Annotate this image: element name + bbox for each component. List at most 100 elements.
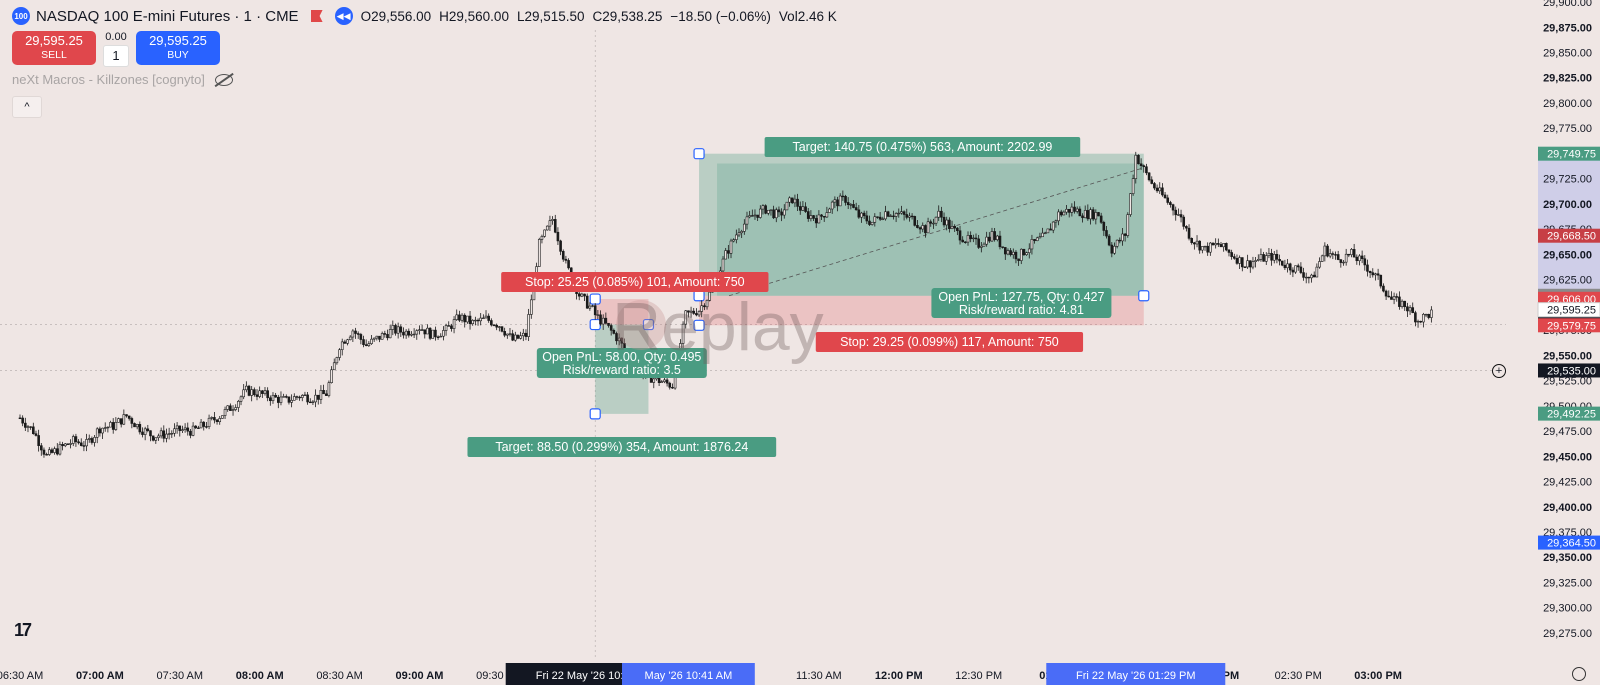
candle-body bbox=[1110, 244, 1114, 254]
candle-body bbox=[1280, 260, 1284, 266]
candle-body bbox=[1115, 239, 1119, 247]
drag-handle[interactable] bbox=[589, 318, 601, 331]
candle-body bbox=[1185, 226, 1188, 229]
candle-body bbox=[1291, 269, 1295, 273]
symbol-title[interactable]: NASDAQ 100 E-mini Futures · 1 · CME bbox=[36, 8, 299, 25]
candle-body bbox=[1049, 228, 1052, 231]
candle-body bbox=[1051, 221, 1055, 231]
candle-body bbox=[1256, 259, 1260, 261]
settings-icon[interactable] bbox=[1572, 667, 1586, 681]
candle-body bbox=[1270, 252, 1273, 261]
price-axis: 29,900.00 29,875.00 29,850.00 29,825.00 29,8… bbox=[1506, 0, 1600, 685]
tradingview-logo[interactable]: 17 bbox=[14, 620, 32, 641]
candle-body bbox=[1288, 263, 1292, 271]
candle-body bbox=[977, 238, 980, 248]
candle-body bbox=[1374, 273, 1377, 276]
candle-body bbox=[881, 218, 885, 220]
replay-rewind-icon[interactable]: ◀◀ bbox=[334, 7, 353, 25]
ohlc-high: H29,560.00 bbox=[439, 8, 509, 24]
collapse-legend-button[interactable]: ^ bbox=[12, 96, 42, 118]
candle-body bbox=[346, 339, 349, 344]
candle-body bbox=[1155, 187, 1159, 192]
candle-body bbox=[1342, 261, 1345, 264]
candle-body bbox=[1219, 244, 1223, 248]
symbol-badge-icon[interactable]: 100 bbox=[12, 7, 30, 25]
candle-body bbox=[66, 443, 70, 445]
drag-handle[interactable] bbox=[693, 148, 705, 160]
drag-handle[interactable] bbox=[589, 408, 601, 420]
indicator-name: neXt Macros - Killzones [cognyto] bbox=[12, 72, 205, 87]
indicator-legend[interactable]: neXt Macros - Killzones [cognyto] bbox=[12, 72, 233, 87]
candle-body bbox=[508, 333, 512, 335]
price-tick-label: 29,725.00 bbox=[1543, 174, 1592, 186]
time-tick-label: 08:30 AM bbox=[316, 670, 362, 682]
candle-body bbox=[303, 394, 307, 396]
candle-body bbox=[330, 369, 333, 383]
candle-body bbox=[1150, 179, 1154, 184]
price-tick-label: 29,850.00 bbox=[1543, 47, 1592, 59]
candle-body bbox=[119, 418, 123, 425]
candle-body bbox=[69, 443, 72, 445]
quantity-input[interactable]: 1 bbox=[103, 45, 129, 67]
candle-body bbox=[910, 215, 914, 218]
buy-button[interactable]: 29,595.25 BUY bbox=[136, 31, 220, 65]
candle-body bbox=[306, 394, 309, 403]
candle-body bbox=[165, 433, 168, 439]
target-label: Target: 88.50 (0.299%) 354, Amount: 1876… bbox=[495, 440, 748, 454]
candle-body bbox=[1211, 242, 1215, 246]
drag-handle[interactable] bbox=[589, 293, 601, 305]
candle-body bbox=[135, 424, 139, 428]
candle-body bbox=[338, 349, 341, 358]
candle-body bbox=[729, 240, 733, 254]
candle-body bbox=[186, 427, 190, 432]
candle-body bbox=[878, 216, 882, 220]
candle-body bbox=[1134, 154, 1138, 179]
candle-body bbox=[1262, 254, 1265, 262]
candle-body bbox=[1089, 209, 1092, 220]
candle-body bbox=[21, 417, 24, 424]
candle-body bbox=[1099, 215, 1103, 223]
ohlc-change: −18.50 (−0.06%) bbox=[670, 8, 771, 24]
sell-button[interactable]: 29,595.25 SELL bbox=[12, 31, 96, 65]
candle-body bbox=[1195, 240, 1199, 245]
candle-body bbox=[1062, 211, 1066, 216]
candle-body bbox=[777, 209, 781, 213]
candle-body bbox=[1334, 254, 1337, 256]
buy-label: BUY bbox=[167, 49, 189, 61]
candle-body bbox=[343, 341, 347, 344]
candle-body bbox=[1209, 242, 1212, 253]
candle-body bbox=[772, 209, 775, 219]
trade-panel: 29,595.25 SELL 0.00 1 29,595.25 BUY bbox=[12, 31, 220, 67]
candle-body bbox=[1320, 255, 1324, 262]
candle-body bbox=[340, 341, 344, 351]
drag-handle[interactable] bbox=[1138, 290, 1150, 302]
candle-body bbox=[1075, 208, 1079, 212]
candle-body bbox=[356, 333, 360, 335]
hidden-eye-icon[interactable] bbox=[214, 73, 233, 86]
candle-body bbox=[375, 335, 379, 339]
flag-icon[interactable] bbox=[310, 10, 323, 22]
candle-body bbox=[332, 362, 336, 371]
candle-body bbox=[1366, 264, 1369, 272]
candle-body bbox=[828, 208, 831, 213]
candle-body bbox=[1190, 238, 1194, 243]
candle-body bbox=[916, 225, 919, 228]
candle-body bbox=[452, 319, 456, 329]
candle-body bbox=[266, 390, 269, 399]
candle-body bbox=[82, 445, 86, 447]
candle-body bbox=[934, 216, 938, 224]
candle-body bbox=[950, 226, 954, 229]
candle-body bbox=[447, 325, 451, 327]
candle-body bbox=[812, 215, 815, 219]
candle-body bbox=[106, 426, 110, 429]
candle-body bbox=[593, 305, 597, 316]
add-price-alert-icon[interactable]: + bbox=[1492, 364, 1506, 378]
candle-body bbox=[1046, 228, 1050, 234]
time-tick-label: 06:30 AM bbox=[0, 670, 43, 682]
candle-body bbox=[396, 326, 400, 334]
candle-body bbox=[476, 319, 480, 322]
candle-body bbox=[1009, 250, 1012, 256]
candle-body bbox=[844, 195, 847, 203]
candle-body bbox=[1347, 253, 1351, 256]
spread-value: 0.00 bbox=[105, 31, 127, 43]
